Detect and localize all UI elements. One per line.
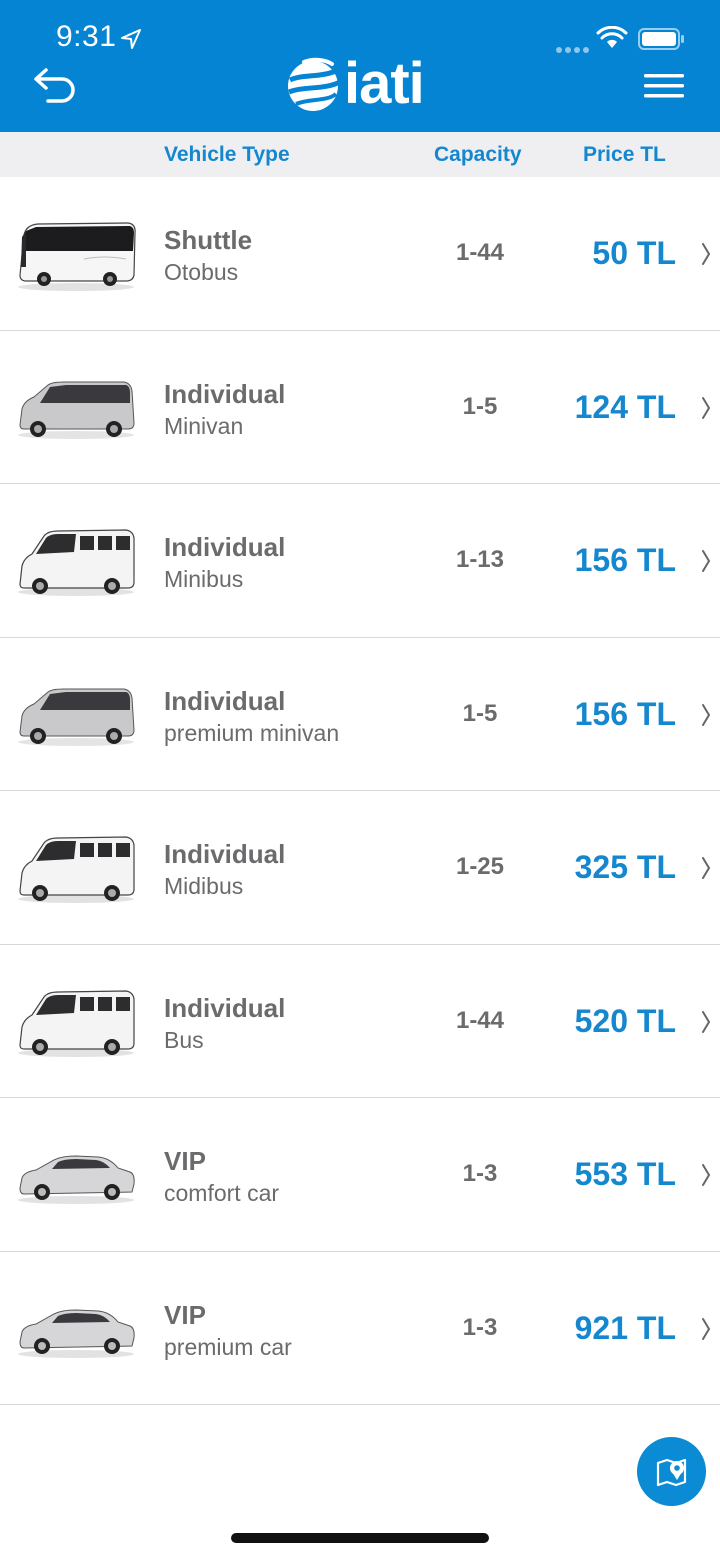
minivan-image	[18, 688, 135, 746]
vehicle-capacity: 1-3	[462, 1160, 498, 1187]
chevron-right-icon	[702, 857, 711, 879]
vehicle-category: Shuttle	[164, 225, 253, 255]
vehicle-price: 553 TL	[574, 1156, 676, 1192]
vehicle-capacity: 1-5	[462, 392, 498, 420]
vehicle-row[interactable]: Individual Minivan 1-5 124 TL	[0, 330, 720, 484]
vehicle-category: Individual	[164, 992, 286, 1023]
minivan-image	[18, 381, 135, 439]
vehicle-price: 921 TL	[574, 1309, 676, 1346]
vehicle-name: Minivan	[164, 412, 244, 439]
chevron-right-icon	[702, 1317, 711, 1340]
vehicle-name: Minibus	[164, 566, 244, 592]
vehicle-list: Shuttle Otobus 1-44 50 TL Individual Min…	[0, 177, 720, 1405]
sprinter-van-image	[18, 989, 135, 1057]
wifi-icon	[596, 26, 628, 48]
vehicle-row[interactable]: VIP premium car 1-3 921 TL	[0, 1251, 720, 1405]
map-pin-icon	[656, 1458, 686, 1486]
vehicle-price: 156 TL	[574, 542, 676, 578]
vehicle-category: Individual	[164, 839, 286, 869]
vehicle-capacity: 1-44	[455, 239, 505, 266]
vehicle-category: Individual	[164, 532, 286, 562]
sedan-image	[18, 1308, 135, 1358]
chevron-right-icon	[702, 1164, 711, 1186]
home-indicator	[231, 1533, 489, 1543]
vehicle-price: 50 TL	[592, 235, 676, 271]
table-header: Vehicle Type Capacity Price TL	[0, 132, 720, 177]
vehicle-capacity: 1-13	[455, 546, 505, 573]
hamburger-menu-icon[interactable]	[644, 72, 684, 100]
cellular-signal-icon	[556, 40, 592, 58]
vehicle-capacity: 1-44	[455, 1006, 505, 1034]
back-arrow-icon[interactable]	[32, 66, 78, 104]
vehicle-name: Otobus	[164, 259, 239, 285]
vehicle-row[interactable]: Shuttle Otobus 1-44 50 TL	[0, 177, 720, 331]
globe-logo-icon	[288, 57, 342, 111]
column-header-price: Price TL	[583, 143, 666, 166]
vehicle-row[interactable]: VIP comfort car 1-3 553 TL	[0, 1098, 720, 1252]
chevron-right-icon	[702, 396, 711, 419]
logo-text: iati	[344, 51, 425, 116]
battery-icon	[638, 28, 684, 50]
location-arrow-icon	[121, 29, 141, 49]
vehicle-capacity: 1-5	[462, 699, 498, 727]
vehicle-name: Midibus	[164, 873, 244, 899]
vehicle-price: 520 TL	[574, 1002, 676, 1039]
vehicle-name: premium car	[164, 1333, 292, 1360]
vehicle-category: Individual	[164, 685, 286, 716]
column-header-vehicle-type: Vehicle Type	[164, 143, 290, 166]
status-time: 9:31	[56, 20, 117, 53]
vehicle-capacity: 1-3	[462, 1313, 498, 1341]
sprinter-van-image	[18, 836, 135, 903]
chevron-right-icon	[702, 1010, 711, 1033]
vehicle-capacity: 1-25	[455, 853, 505, 880]
sprinter-van-image	[18, 529, 135, 596]
chevron-right-icon	[702, 243, 711, 265]
vehicle-category: Individual	[164, 378, 286, 409]
vehicle-row[interactable]: Individual premium minivan 1-5 156 TL	[0, 637, 720, 791]
map-fab-button[interactable]	[637, 1437, 706, 1506]
top-app-bar: 9:31 iati	[0, 0, 720, 132]
coach-bus-image	[18, 222, 136, 291]
vehicle-name: comfort car	[164, 1180, 280, 1206]
vehicle-price: 124 TL	[574, 388, 676, 425]
sedan-image	[18, 1155, 135, 1204]
vehicle-price: 325 TL	[574, 849, 676, 885]
iati-logo: iati	[284, 51, 425, 116]
vehicle-row[interactable]: Individual Midibus 1-25 325 TL	[0, 791, 720, 945]
vehicle-row[interactable]: Individual Minibus 1-13 156 TL	[0, 484, 720, 638]
vehicle-category: VIP	[164, 1146, 206, 1176]
vehicle-price: 156 TL	[574, 695, 676, 732]
vehicle-category: VIP	[164, 1299, 206, 1330]
vehicle-row[interactable]: Individual Bus 1-44 520 TL	[0, 944, 720, 1098]
chevron-right-icon	[702, 550, 711, 572]
vehicle-name: Bus	[164, 1026, 204, 1053]
vehicle-name: premium minivan	[164, 719, 340, 746]
chevron-right-icon	[702, 703, 711, 726]
column-header-capacity: Capacity	[434, 143, 522, 166]
